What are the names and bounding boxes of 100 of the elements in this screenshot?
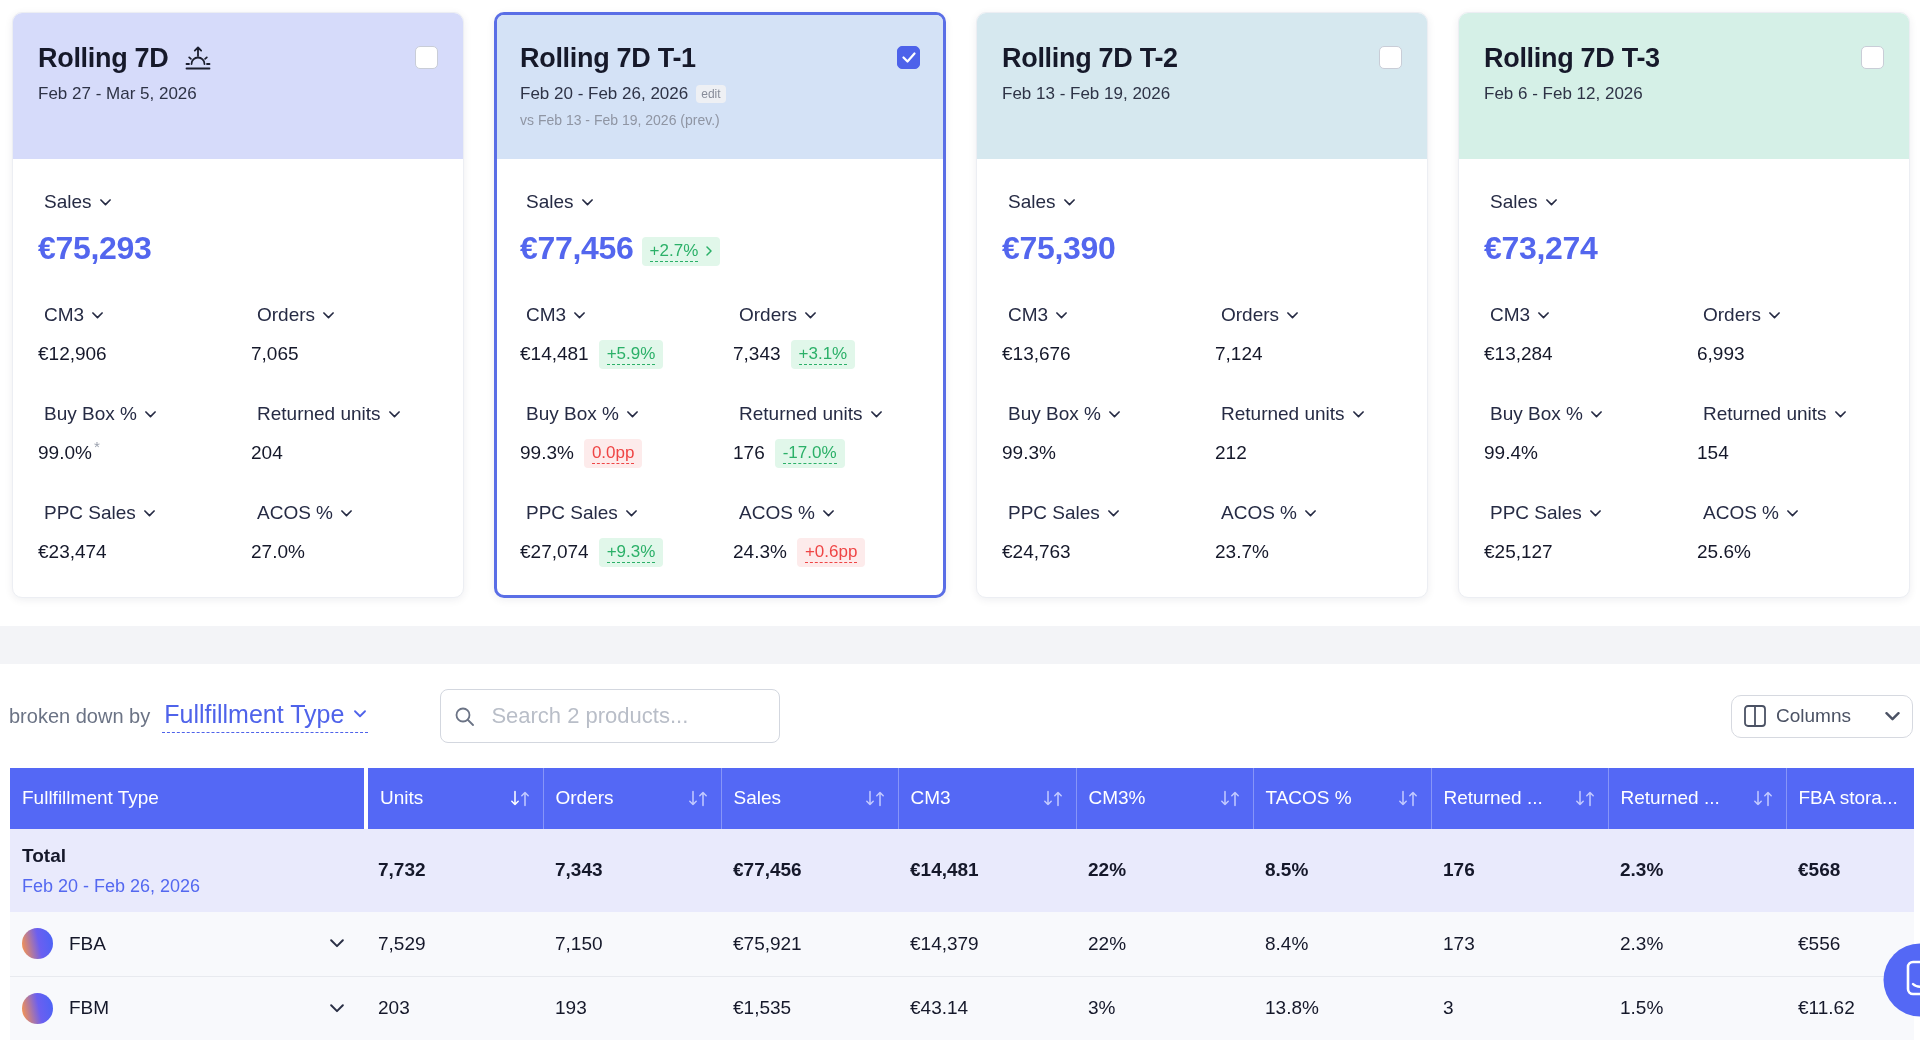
chevron-down-icon [823, 509, 835, 517]
sort-arrows-icon[interactable] [1574, 790, 1595, 807]
column-header[interactable]: Sales [721, 768, 898, 829]
date-range-text: Feb 20 - Feb 26, 2026 [22, 874, 202, 898]
column-header[interactable]: Fullfillment Type [10, 768, 366, 829]
chat-launcher-icon[interactable] [1883, 943, 1920, 1017]
chevron-down-icon [1590, 410, 1602, 418]
row-label: FBM [69, 995, 110, 1020]
metric-dropdown[interactable]: ACOS % [733, 499, 841, 527]
chevron-down-icon [388, 410, 400, 418]
table-cell: 3% [1076, 976, 1253, 1040]
metric-dropdown[interactable]: CM3 [1002, 301, 1074, 329]
column-header[interactable]: Returned ... [1431, 768, 1608, 829]
metric-value: €25,127 [1484, 540, 1553, 564]
column-header[interactable]: CM3% [1076, 768, 1253, 829]
chevron-down-icon [1885, 711, 1900, 721]
column-header[interactable]: Orders [543, 768, 721, 829]
chevron-down-icon [1787, 509, 1799, 517]
table-cell: 173 [1431, 912, 1608, 976]
metric-dropdown[interactable]: Orders [1215, 301, 1305, 329]
table-cell: 2.3% [1608, 912, 1786, 976]
metric-dropdown[interactable]: CM3 [38, 301, 110, 329]
metric-dropdown[interactable]: Buy Box % [1484, 400, 1608, 428]
column-header[interactable]: TACOS % [1253, 768, 1431, 829]
chevron-down-icon[interactable] [330, 1003, 344, 1013]
chevron-down-icon[interactable] [330, 939, 344, 949]
table-cell: €43.14 [898, 976, 1076, 1040]
chevron-down-icon [1305, 509, 1317, 517]
date-range-text: Feb 20 - Feb 26, 2026 [520, 83, 689, 105]
table-cell: 8.4% [1253, 912, 1431, 976]
metric-dropdown[interactable]: Sales [1002, 188, 1081, 216]
chevron-down-icon [1545, 198, 1557, 206]
metric-dropdown[interactable]: Returned units [1215, 400, 1370, 428]
sort-arrows-icon[interactable] [509, 790, 530, 807]
metric-value: 99.0%$^{*}$ [38, 441, 100, 465]
metric-dropdown[interactable]: CM3 [1484, 301, 1556, 329]
metric-value: 7,343 [733, 342, 781, 366]
metric-value: €12,906 [38, 342, 107, 366]
metric-dropdown[interactable]: ACOS % [251, 499, 359, 527]
metric-value: €13,284 [1484, 342, 1553, 366]
metric-value: 24.3% [733, 540, 787, 564]
table-cell: 203 [366, 976, 543, 1040]
metric-dropdown[interactable]: Returned units [251, 400, 406, 428]
metric-dropdown[interactable]: PPC Sales [1484, 499, 1607, 527]
table-cell: 7,343 [543, 829, 721, 912]
metric-dropdown[interactable]: ACOS % [1215, 499, 1323, 527]
column-header[interactable]: CM3 [898, 768, 1076, 829]
metric-dropdown[interactable]: CM3 [520, 301, 592, 329]
column-header[interactable]: Returned ... [1608, 768, 1786, 829]
metric-dropdown[interactable]: Orders [1697, 301, 1787, 329]
comparison-text: vs Feb 13 - Feb 19, 2026 (prev.) [520, 111, 721, 129]
table-cell: 7,732 [366, 829, 543, 912]
metric-dropdown[interactable]: Returned units [1697, 400, 1852, 428]
table-cell: €568 [1786, 829, 1914, 912]
chevron-down-icon [92, 311, 104, 319]
row-label: Total [22, 843, 67, 868]
card-title: Rolling 7D [38, 42, 169, 75]
sort-arrows-icon[interactable] [1219, 790, 1240, 807]
metric-dropdown[interactable]: Buy Box % [520, 400, 644, 428]
select-checkbox[interactable] [897, 46, 920, 69]
sort-arrows-icon[interactable] [1752, 790, 1773, 807]
sort-arrows-icon[interactable] [864, 790, 885, 807]
column-header[interactable]: Units [366, 768, 543, 829]
metric-value: €14,481 [520, 342, 589, 366]
metric-dropdown[interactable]: Buy Box % [38, 400, 162, 428]
metric-dropdown[interactable]: PPC Sales [38, 499, 161, 527]
sort-arrows-icon[interactable] [1042, 790, 1063, 807]
primary-value: €75,390 [1002, 229, 1116, 268]
metric-dropdown[interactable]: Sales [1484, 188, 1563, 216]
metric-dropdown[interactable]: Buy Box % [1002, 400, 1126, 428]
metric-dropdown[interactable]: Sales [520, 188, 599, 216]
metric-dropdown[interactable]: PPC Sales [1002, 499, 1125, 527]
metric-dropdown[interactable]: Orders [251, 301, 341, 329]
columns-button[interactable]: Columns [1731, 694, 1913, 738]
chevron-down-icon [1538, 311, 1550, 319]
chevron-down-icon [1107, 509, 1119, 517]
columns-icon [1744, 705, 1766, 727]
breakdown-dropdown[interactable]: Fullfillment Type [162, 699, 369, 733]
metric-dropdown[interactable]: Returned units [733, 400, 888, 428]
gradient-circle-icon [22, 992, 53, 1024]
metric-dropdown[interactable]: Sales [38, 188, 117, 216]
chevron-down-icon [625, 509, 637, 517]
chevron-down-icon [581, 198, 593, 206]
table-cell: 13.8% [1253, 976, 1431, 1040]
metric-value: 204 [251, 441, 283, 465]
chevron-down-icon [1352, 410, 1364, 418]
card-title: Rolling 7D T-1 [520, 42, 696, 75]
chevron-down-icon [1769, 311, 1781, 319]
metric-dropdown[interactable]: Orders [733, 301, 823, 329]
search-field[interactable]: Search 2 products... [440, 689, 781, 743]
sort-arrows-icon[interactable] [1397, 790, 1418, 807]
table-cell: €77,456 [721, 829, 898, 912]
column-header[interactable]: FBA stora... [1786, 768, 1914, 829]
metric-dropdown[interactable]: PPC Sales [520, 499, 643, 527]
metric-dropdown[interactable]: ACOS % [1697, 499, 1805, 527]
chevron-down-icon [574, 311, 586, 319]
sort-arrows-icon[interactable] [687, 790, 708, 807]
primary-value: €77,456 [520, 229, 634, 268]
breakdown-label: broken down by [9, 704, 151, 729]
metric-value: 25.6% [1697, 540, 1751, 564]
